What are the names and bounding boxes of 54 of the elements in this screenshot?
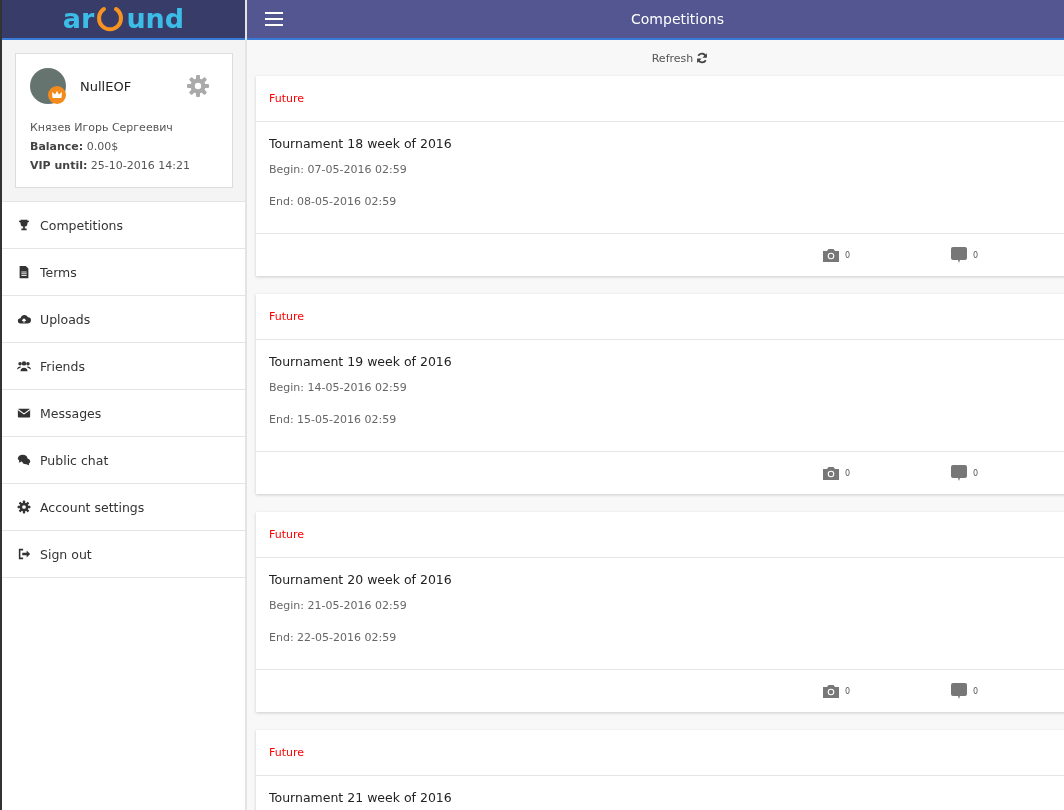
sign-out-icon <box>17 547 31 561</box>
document-icon <box>17 265 31 279</box>
settings-icon <box>186 74 210 98</box>
page-title: Competitions <box>630 11 725 27</box>
logo-text: ar <box>62 4 95 34</box>
sidebar-item[interactable]: Terms <box>2 249 245 296</box>
sidebar-item[interactable]: Competitions <box>2 202 245 249</box>
refresh-icon <box>696 52 709 64</box>
camera-icon <box>822 684 840 698</box>
comment-icon <box>950 682 969 700</box>
status-label: Future <box>269 528 305 541</box>
vip-until-text: VIP until: 25-10-2016 14:21 <box>30 158 191 174</box>
camera-icon <box>822 466 840 480</box>
settings-icon <box>17 500 31 514</box>
comment-count: 0 <box>973 686 979 696</box>
competition-title[interactable]: Tournament 20 week of 2016 <box>269 572 1055 587</box>
end-date: End: 22-05-2016 02:59 <box>269 631 398 646</box>
envelope-icon <box>17 406 31 420</box>
comment-count: 0 <box>973 468 979 478</box>
photo-count: 0 <box>845 250 851 260</box>
chat-icon <box>17 453 31 467</box>
full-name: Князев Игорь Сергеевич <box>30 120 174 136</box>
trophy-icon <box>17 218 31 232</box>
cloud-upload-icon <box>17 312 31 326</box>
sidebar-item[interactable]: Uploads <box>2 296 245 343</box>
comment-icon <box>950 246 969 264</box>
sidebar-item[interactable]: Public chat <box>2 437 245 484</box>
status-label: Future <box>269 310 305 323</box>
sidebar-item[interactable]: Friends <box>2 343 245 390</box>
users-icon <box>17 359 31 373</box>
power-ring-icon <box>95 4 126 34</box>
logo-text: und <box>126 4 185 34</box>
username: NullEOF <box>80 78 133 94</box>
end-date: End: 15-05-2016 02:59 <box>269 413 398 428</box>
photo-count: 0 <box>845 686 851 696</box>
refresh-link[interactable]: Refresh <box>651 51 709 65</box>
status-label: Future <box>269 746 305 759</box>
photo-count: 0 <box>845 468 851 478</box>
competition-title[interactable]: Tournament 18 week of 2016 <box>269 136 1055 151</box>
balance-text: Balance: 0.00$ <box>30 139 120 155</box>
camera-icon <box>822 248 840 262</box>
end-date: End: 08-05-2016 02:59 <box>269 195 398 210</box>
sidebar-item[interactable]: Account settings <box>2 484 245 531</box>
competition-title[interactable]: Tournament 21 week of 2016 <box>269 790 1055 805</box>
begin-date: Begin: 21-05-2016 02:59 <box>269 599 408 614</box>
begin-date: Begin: 14-05-2016 02:59 <box>269 381 408 396</box>
comment-count: 0 <box>973 250 979 260</box>
begin-date: Begin: 07-05-2016 02:59 <box>269 163 408 178</box>
menu-icon[interactable] <box>265 12 283 26</box>
status-label: Future <box>269 92 305 105</box>
comment-icon <box>950 464 969 482</box>
sidebar-item[interactable]: Sign out <box>2 531 245 578</box>
competition-title[interactable]: Tournament 19 week of 2016 <box>269 354 1055 369</box>
sidebar-item[interactable]: Messages <box>2 390 245 437</box>
